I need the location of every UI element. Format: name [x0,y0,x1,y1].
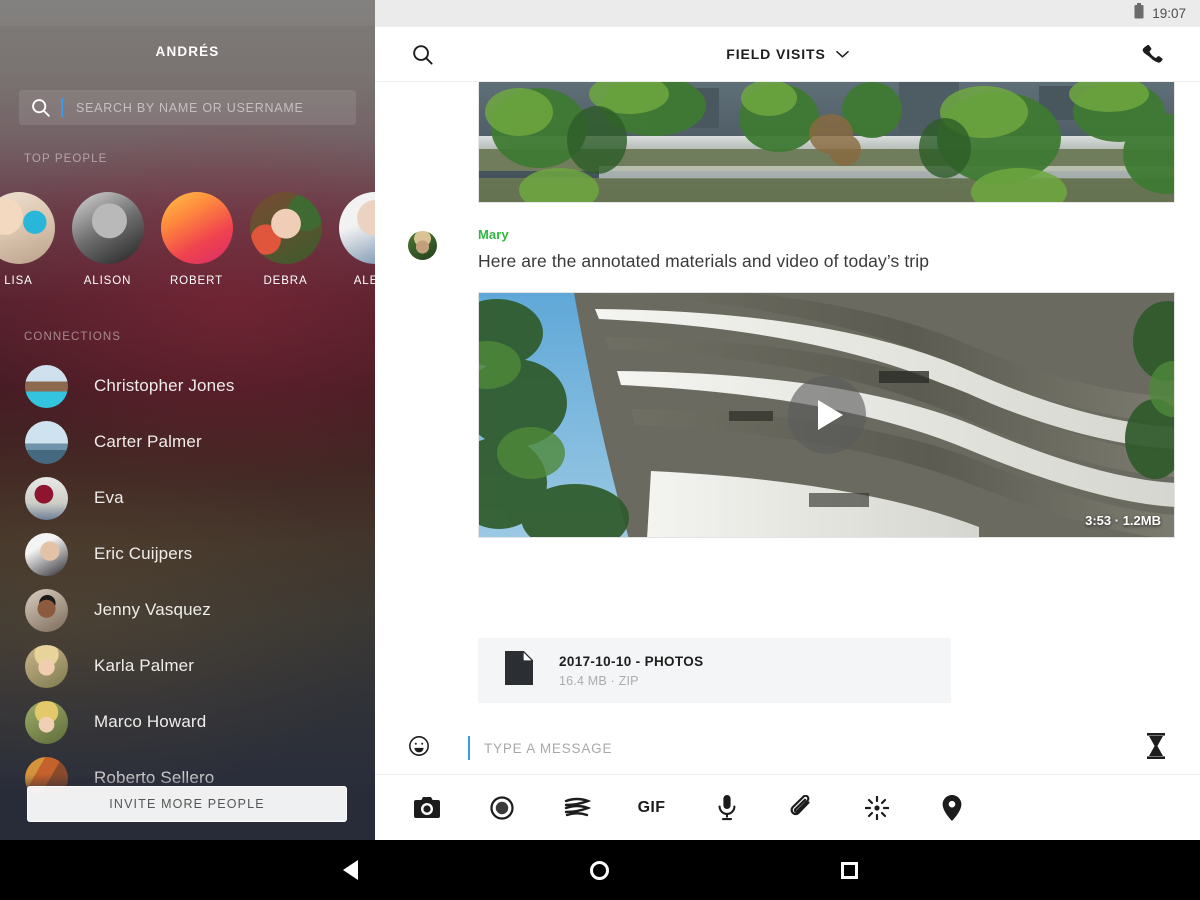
list-item[interactable]: Jenny Vasquez [0,582,375,638]
list-item[interactable]: Marco Howard [0,694,375,750]
contact-name: Karla Palmer [94,656,195,675]
search-icon [19,97,61,118]
message-composer[interactable]: TYPE A MESSAGE [375,722,1200,775]
message-text: Here are the annotated materials and vid… [478,251,930,271]
attachment-icon[interactable] [764,795,839,821]
avatar [25,588,68,632]
status-bar-time: 19:07 [1152,6,1186,21]
file-attachment-card[interactable]: 2017-10-10 - PHOTOS 16.4 MB · ZIP [478,638,951,703]
top-person-item[interactable]: DEBRA [241,192,330,287]
contact-name: Carter Palmer [94,432,202,451]
back-triangle-icon[interactable] [342,860,358,880]
search-icon[interactable] [411,43,434,66]
avatar [160,192,233,264]
search-input[interactable]: SEARCH BY NAME OR USERNAME [19,90,356,125]
video-attachment[interactable]: 3:53 · 1.2MB [478,292,1175,538]
sidebar-title: ANDRÉS [155,44,220,59]
list-item[interactable]: Carter Palmer [0,414,375,470]
avatar [0,192,55,264]
recents-square-icon[interactable] [840,861,858,879]
invite-footer: INVITE MORE PEOPLE [0,774,375,840]
top-person-label: LISA [4,275,33,287]
video-meta: 3:53 · 1.2MB [1085,513,1161,528]
gif-icon[interactable]: GIF [614,799,689,817]
contact-name: Christopher Jones [94,376,235,395]
contact-name: Jenny Vasquez [94,600,211,619]
status-bar: 19:07 [375,0,1200,27]
avatar [25,476,68,520]
top-person-label: ALISON [83,275,132,287]
page-title: FIELD VISITS [726,46,826,62]
home-circle-icon[interactable] [589,860,609,880]
search-placeholder: SEARCH BY NAME OR USERNAME [76,100,304,115]
chat-pane: 19:07 FIELD VISITS Mary Here are the ann… [375,0,1200,840]
top-person-label: ROBERT [169,275,224,287]
chat-title-dropdown[interactable]: FIELD VISITS [375,46,1200,62]
message-input-placeholder[interactable]: TYPE A MESSAGE [484,741,612,756]
chat-header: FIELD VISITS [375,27,1200,82]
contact-name: Marco Howard [94,712,207,731]
phone-icon[interactable] [1141,43,1164,66]
contact-name: Eva [94,488,124,507]
connections-list[interactable]: Christopher Jones Carter Palmer Eva Eric… [0,358,375,806]
invite-more-people-button[interactable]: INVITE MORE PEOPLE [27,786,347,822]
battery-icon [1134,3,1144,24]
avatar [25,532,68,576]
top-person-item[interactable]: LISA [0,192,63,287]
avatar [25,700,68,744]
avatar [25,644,68,688]
avatar [25,420,68,464]
avatar [249,192,322,264]
top-person-label: ALEKS [353,275,375,287]
emoji-icon[interactable] [408,735,430,762]
list-item[interactable]: Karla Palmer [0,638,375,694]
top-person-label: DEBRA [263,275,308,287]
sticker-icon[interactable] [539,796,614,820]
top-person-item[interactable]: ALISON [63,192,152,287]
avatar [408,231,437,260]
photo-attachment-top[interactable] [478,82,1175,203]
list-item[interactable]: Eva [0,470,375,526]
contact-name: Eric Cuijpers [94,544,193,563]
avatar [25,364,68,408]
location-icon[interactable] [914,795,989,821]
message-sender: Mary [478,227,509,242]
top-people-row[interactable]: LISA ALISON ROBERT DEBRA ALEKS [0,192,375,287]
sparkle-icon[interactable] [839,796,914,820]
people-sidebar: ANDRÉS SEARCH BY NAME OR USERNAME TOP PE… [0,0,375,840]
list-item[interactable]: Eric Cuijpers [0,526,375,582]
hourglass-icon[interactable] [1146,732,1166,764]
top-person-item[interactable]: ALEKS [330,192,375,287]
chevron-down-icon [835,46,849,62]
file-name: 2017-10-10 - PHOTOS [559,653,704,669]
play-button[interactable] [787,376,866,454]
avatar [71,192,144,264]
app-root: ANDRÉS SEARCH BY NAME OR USERNAME TOP PE… [0,0,1200,900]
record-icon[interactable] [464,796,539,820]
section-label-top-people: TOP PEOPLE [24,153,108,165]
document-icon [505,649,535,690]
top-person-item[interactable]: ROBERT [152,192,241,287]
play-triangle-icon [817,400,843,430]
chat-message: Mary Here are the annotated materials an… [408,227,1178,272]
list-item[interactable]: Christopher Jones [0,358,375,414]
section-label-connections: CONNECTIONS [24,331,122,343]
camera-icon[interactable] [389,796,464,820]
composer-text-cursor [468,736,470,760]
attachment-toolbar[interactable]: GIF [375,776,1200,840]
file-meta: 16.4 MB · ZIP [559,673,639,688]
message-thread[interactable]: Mary Here are the annotated materials an… [375,82,1200,722]
microphone-icon[interactable] [689,795,764,821]
android-navigation-bar[interactable] [0,840,1200,900]
avatar [338,192,375,264]
